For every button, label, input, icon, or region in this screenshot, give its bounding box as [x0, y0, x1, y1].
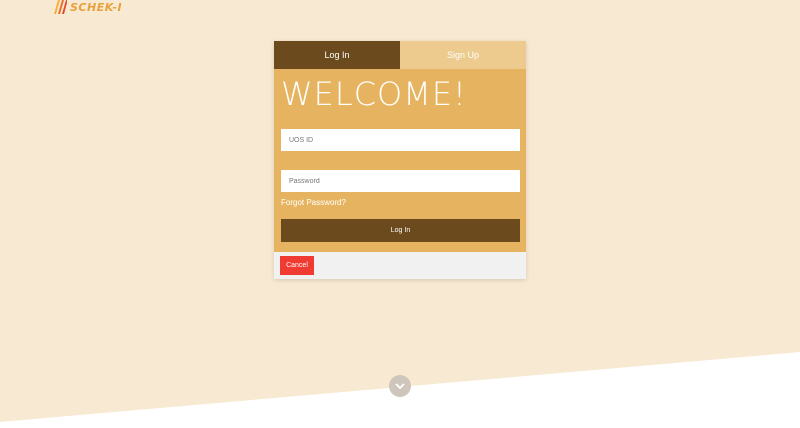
logo-text: SCHEK-I: [70, 0, 123, 14]
brand-logo[interactable]: SCHEK-I: [52, 0, 122, 14]
logo-stripes-icon: [54, 0, 67, 14]
tab-login[interactable]: Log In: [274, 41, 400, 69]
welcome-heading: WELCOME!: [281, 75, 467, 113]
cancel-button[interactable]: Cancel: [280, 256, 314, 275]
login-card: Log In Sign Up WELCOME! Forgot Password?…: [274, 41, 526, 279]
uos-id-input[interactable]: [281, 129, 520, 151]
tab-signup[interactable]: Sign Up: [400, 41, 526, 69]
auth-tabs: Log In Sign Up: [274, 41, 526, 69]
forgot-password-link[interactable]: Forgot Password?: [281, 198, 346, 207]
card-footer: Cancel: [274, 252, 526, 279]
login-button[interactable]: Log In: [281, 219, 520, 242]
password-input[interactable]: [281, 170, 520, 192]
chevron-down-icon: [395, 382, 405, 389]
scroll-down-button[interactable]: [389, 375, 411, 397]
